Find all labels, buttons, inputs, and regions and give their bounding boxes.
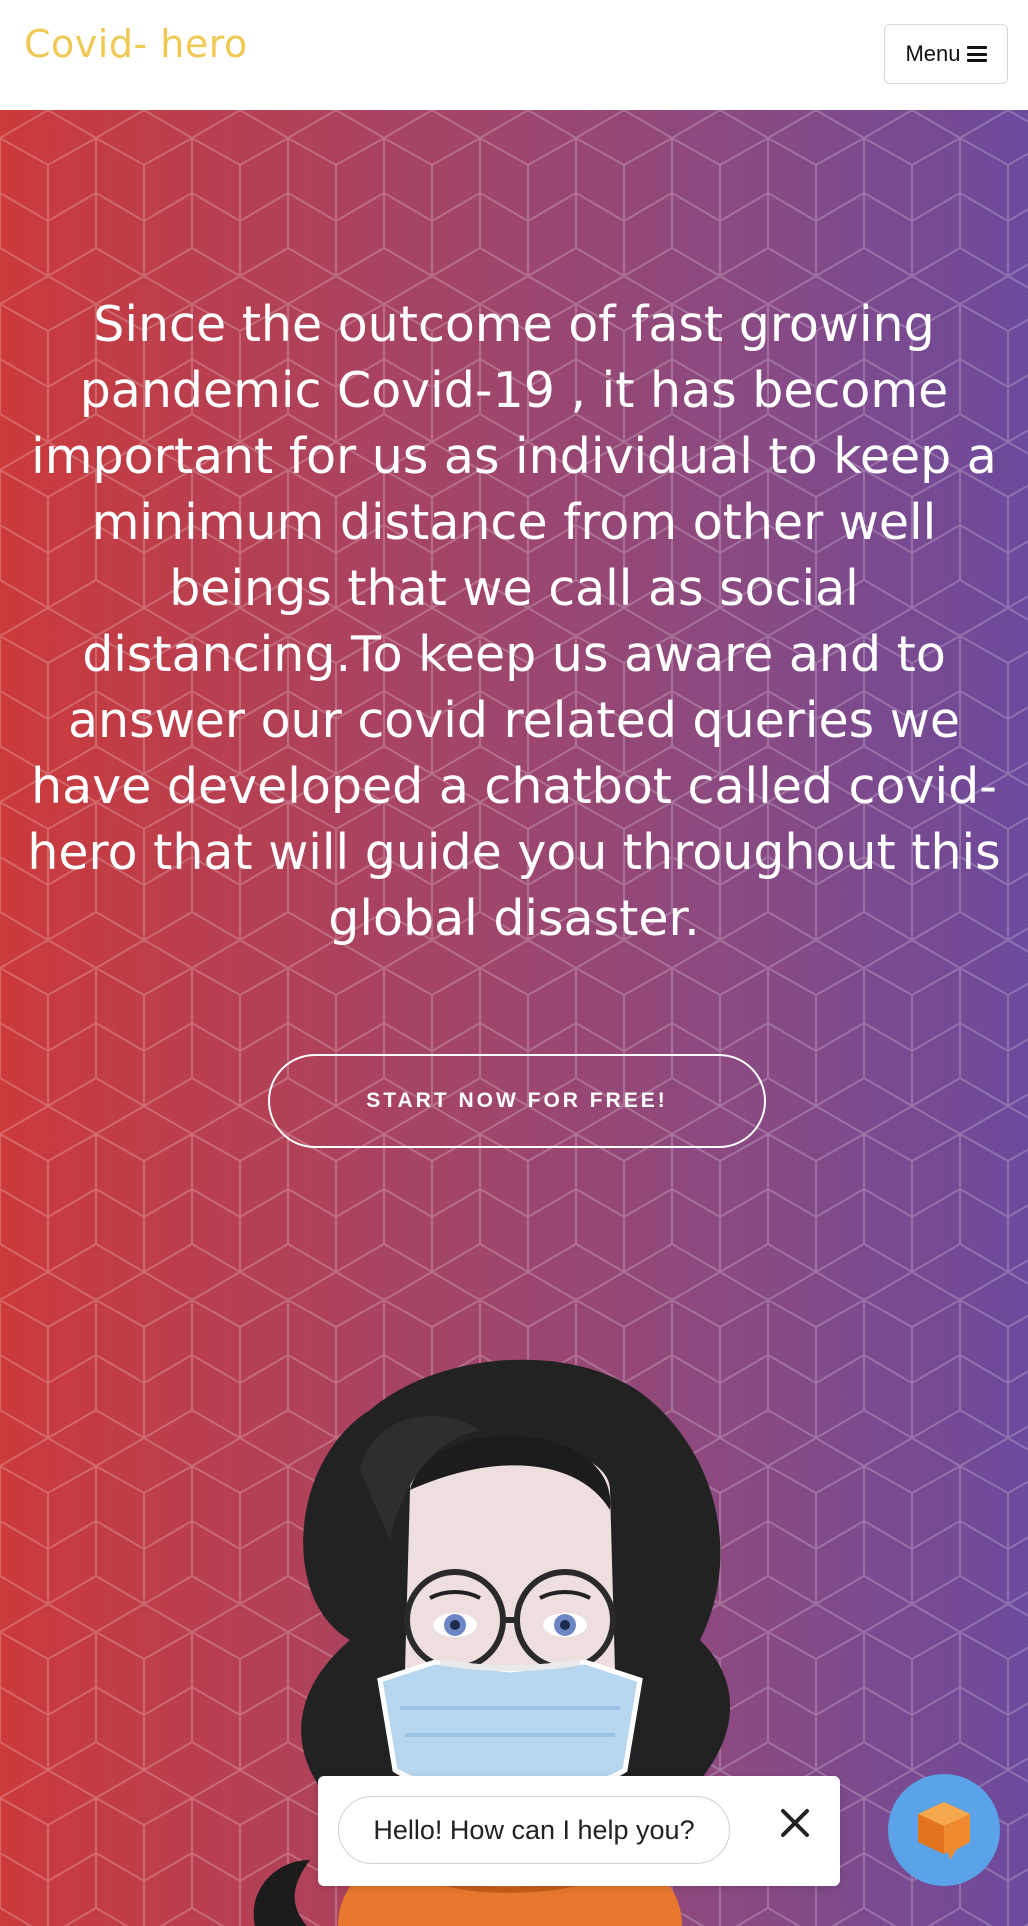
menu-button[interactable]: Menu	[884, 24, 1008, 84]
navbar: Covid- hero Menu	[0, 0, 1028, 110]
chat-cube-icon	[918, 1802, 970, 1860]
brand-logo[interactable]: Covid- hero	[24, 22, 248, 66]
hero-description: Since the outcome of fast growing pandem…	[27, 296, 1001, 947]
chat-greeting-bubble[interactable]: Hello! How can I help you?	[338, 1796, 730, 1864]
hero-section: Since the outcome of fast growing pandem…	[0, 110, 1028, 1926]
menu-label: Menu	[905, 41, 961, 66]
close-icon[interactable]	[774, 1802, 816, 1844]
chat-greeting-popup: Hello! How can I help you?	[318, 1776, 840, 1886]
chat-launcher-button[interactable]	[888, 1774, 1000, 1886]
start-now-button[interactable]: START NOW FOR FREE!	[268, 1054, 766, 1148]
hamburger-icon	[966, 46, 987, 62]
